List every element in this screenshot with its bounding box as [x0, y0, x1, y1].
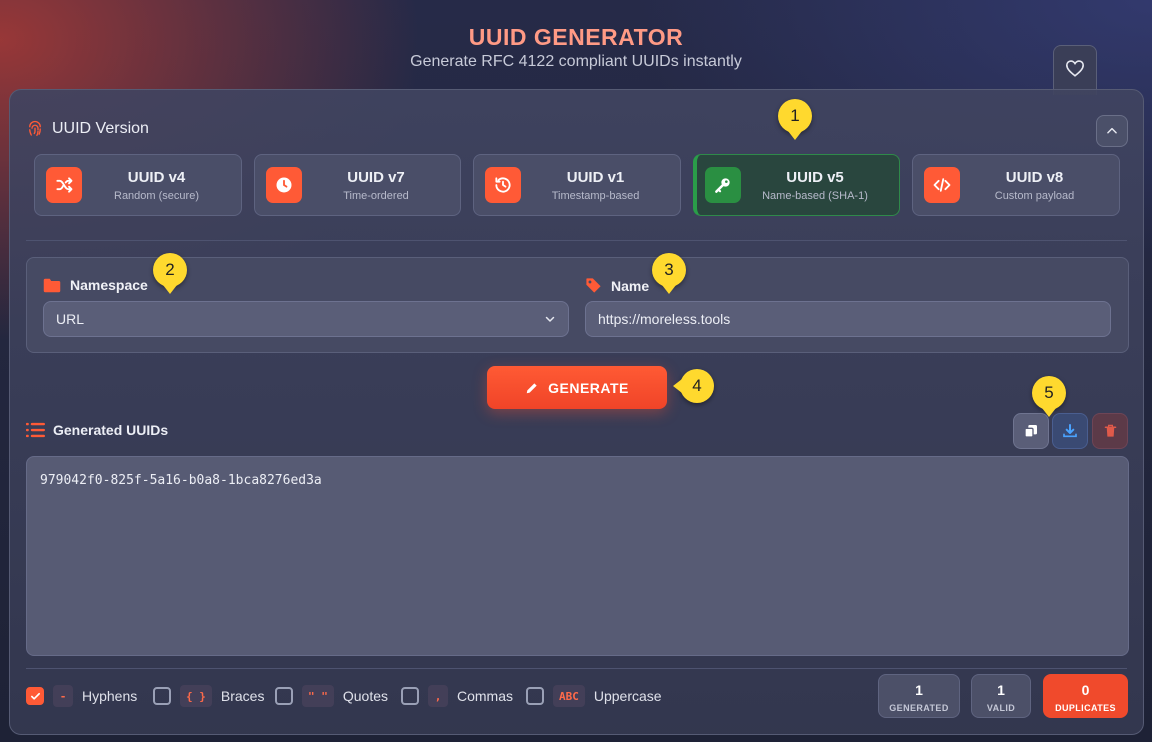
- code-icon: [924, 167, 960, 203]
- favorite-button[interactable]: [1053, 45, 1097, 95]
- namespace-select[interactable]: URL: [43, 301, 569, 337]
- section-divider: [26, 240, 1127, 241]
- callout-5: 5: [1032, 376, 1066, 417]
- namespace-select-value: URL: [56, 311, 85, 327]
- download-button[interactable]: [1052, 413, 1088, 449]
- footer-divider: [26, 668, 1127, 669]
- stat-value: 1: [997, 682, 1005, 698]
- heart-icon: [1065, 60, 1085, 77]
- version-desc: Custom payload: [994, 189, 1075, 202]
- option-label: Uppercase: [593, 688, 662, 704]
- chevron-up-icon: [1107, 127, 1117, 134]
- list-icon: [26, 422, 45, 438]
- stat-generated: 1 GENERATED: [878, 674, 960, 718]
- option-label: Braces: [220, 688, 265, 704]
- name-label: Name: [585, 277, 649, 294]
- tag-icon: [586, 278, 601, 293]
- callout-4: 4: [673, 369, 714, 403]
- uuid-line: 979042f0-825f-5a16-b0a8-1bca8276ed3a: [40, 473, 322, 488]
- stat-label: GENERATED: [889, 703, 949, 713]
- version-option-v7[interactable]: UUID v7 Time-ordered: [254, 154, 461, 216]
- version-title: UUID v4: [127, 168, 186, 186]
- download-icon: [1063, 424, 1077, 438]
- output-header: Generated UUIDs: [26, 422, 168, 438]
- version-section-title: UUID Version: [52, 120, 149, 137]
- option-chip: { }: [180, 685, 212, 707]
- option-chip: ABC: [553, 685, 585, 707]
- clear-button[interactable]: [1092, 413, 1128, 449]
- pencil-icon: [526, 382, 537, 393]
- version-option-v1[interactable]: UUID v1 Timestamp-based: [473, 154, 681, 216]
- option-quotes[interactable]: " " Quotes: [275, 685, 388, 707]
- generate-button[interactable]: GENERATE: [487, 366, 667, 409]
- option-chip: -: [53, 685, 73, 707]
- v5-options-panel: Namespace URL Name https://moreless.tool…: [26, 257, 1129, 353]
- version-desc: Random (secure): [114, 189, 199, 202]
- shuffle-icon: [46, 167, 82, 203]
- version-title: UUID v5: [786, 168, 844, 186]
- checkbox[interactable]: [153, 687, 171, 705]
- version-title: UUID v8: [1005, 168, 1064, 186]
- name-input-value: https://moreless.tools: [598, 311, 731, 327]
- key-icon: [705, 167, 741, 203]
- stat-label: VALID: [986, 703, 1016, 713]
- version-desc: Name-based (SHA-1): [762, 189, 868, 202]
- fingerprint-icon: [29, 120, 41, 137]
- option-chip: " ": [302, 685, 334, 707]
- version-desc: Time-ordered: [343, 189, 409, 202]
- namespace-label: Namespace: [43, 277, 148, 293]
- version-section-header: UUID Version: [26, 120, 149, 138]
- clock-icon: [266, 167, 302, 203]
- history-icon: [485, 167, 521, 203]
- stat-valid: 1 VALID: [971, 674, 1031, 718]
- check-icon: [30, 692, 40, 700]
- checkbox[interactable]: [401, 687, 419, 705]
- name-input[interactable]: https://moreless.tools: [585, 301, 1111, 337]
- option-hyphens[interactable]: - Hyphens: [26, 685, 137, 707]
- stat-value: 0: [1081, 682, 1090, 698]
- option-chip: ,: [428, 685, 448, 707]
- output-title: Generated UUIDs: [53, 422, 169, 438]
- option-commas[interactable]: , Commas: [401, 685, 513, 707]
- option-uppercase[interactable]: ABC Uppercase: [526, 685, 662, 707]
- stat-label: DUPLICATES: [1055, 703, 1116, 713]
- namespace-label-text: Namespace: [70, 277, 148, 293]
- callout-1: 1: [778, 99, 812, 140]
- version-title: UUID v7: [347, 168, 405, 186]
- generator-card: UUID Version UUID v4 Random (secure) UUI…: [9, 89, 1144, 735]
- version-title: UUID v1: [566, 168, 625, 186]
- stat-duplicates: 0 DUPLICATES: [1043, 674, 1128, 718]
- collapse-button[interactable]: [1096, 115, 1128, 147]
- option-label: Quotes: [342, 688, 389, 704]
- checkbox[interactable]: [275, 687, 293, 705]
- uuid-output[interactable]: 979042f0-825f-5a16-b0a8-1bca8276ed3a: [26, 456, 1129, 656]
- version-option-v5[interactable]: UUID v5 Name-based (SHA-1): [693, 154, 900, 216]
- app-subtitle: Generate RFC 4122 compliant UUIDs instan…: [410, 53, 742, 70]
- callout-3: 3: [652, 253, 686, 294]
- app-title: UUID GENERATOR: [468, 24, 684, 50]
- option-label: Hyphens: [82, 688, 138, 704]
- copy-icon: [1024, 425, 1037, 438]
- chevron-down-icon: [545, 316, 555, 322]
- callout-2: 2: [153, 253, 187, 294]
- stat-value: 1: [915, 682, 923, 698]
- option-braces[interactable]: { } Braces: [153, 685, 264, 707]
- version-desc: Timestamp-based: [551, 189, 640, 202]
- checkbox[interactable]: [26, 687, 44, 705]
- generate-button-label: GENERATE: [548, 379, 629, 396]
- copy-button[interactable]: [1013, 413, 1049, 449]
- checkbox[interactable]: [526, 687, 544, 705]
- name-label-text: Name: [611, 277, 650, 294]
- folder-icon: [43, 278, 61, 292]
- option-label: Commas: [457, 688, 514, 704]
- trash-icon: [1104, 424, 1116, 437]
- version-option-v8[interactable]: UUID v8 Custom payload: [912, 154, 1120, 216]
- version-option-v4[interactable]: UUID v4 Random (secure): [34, 154, 242, 216]
